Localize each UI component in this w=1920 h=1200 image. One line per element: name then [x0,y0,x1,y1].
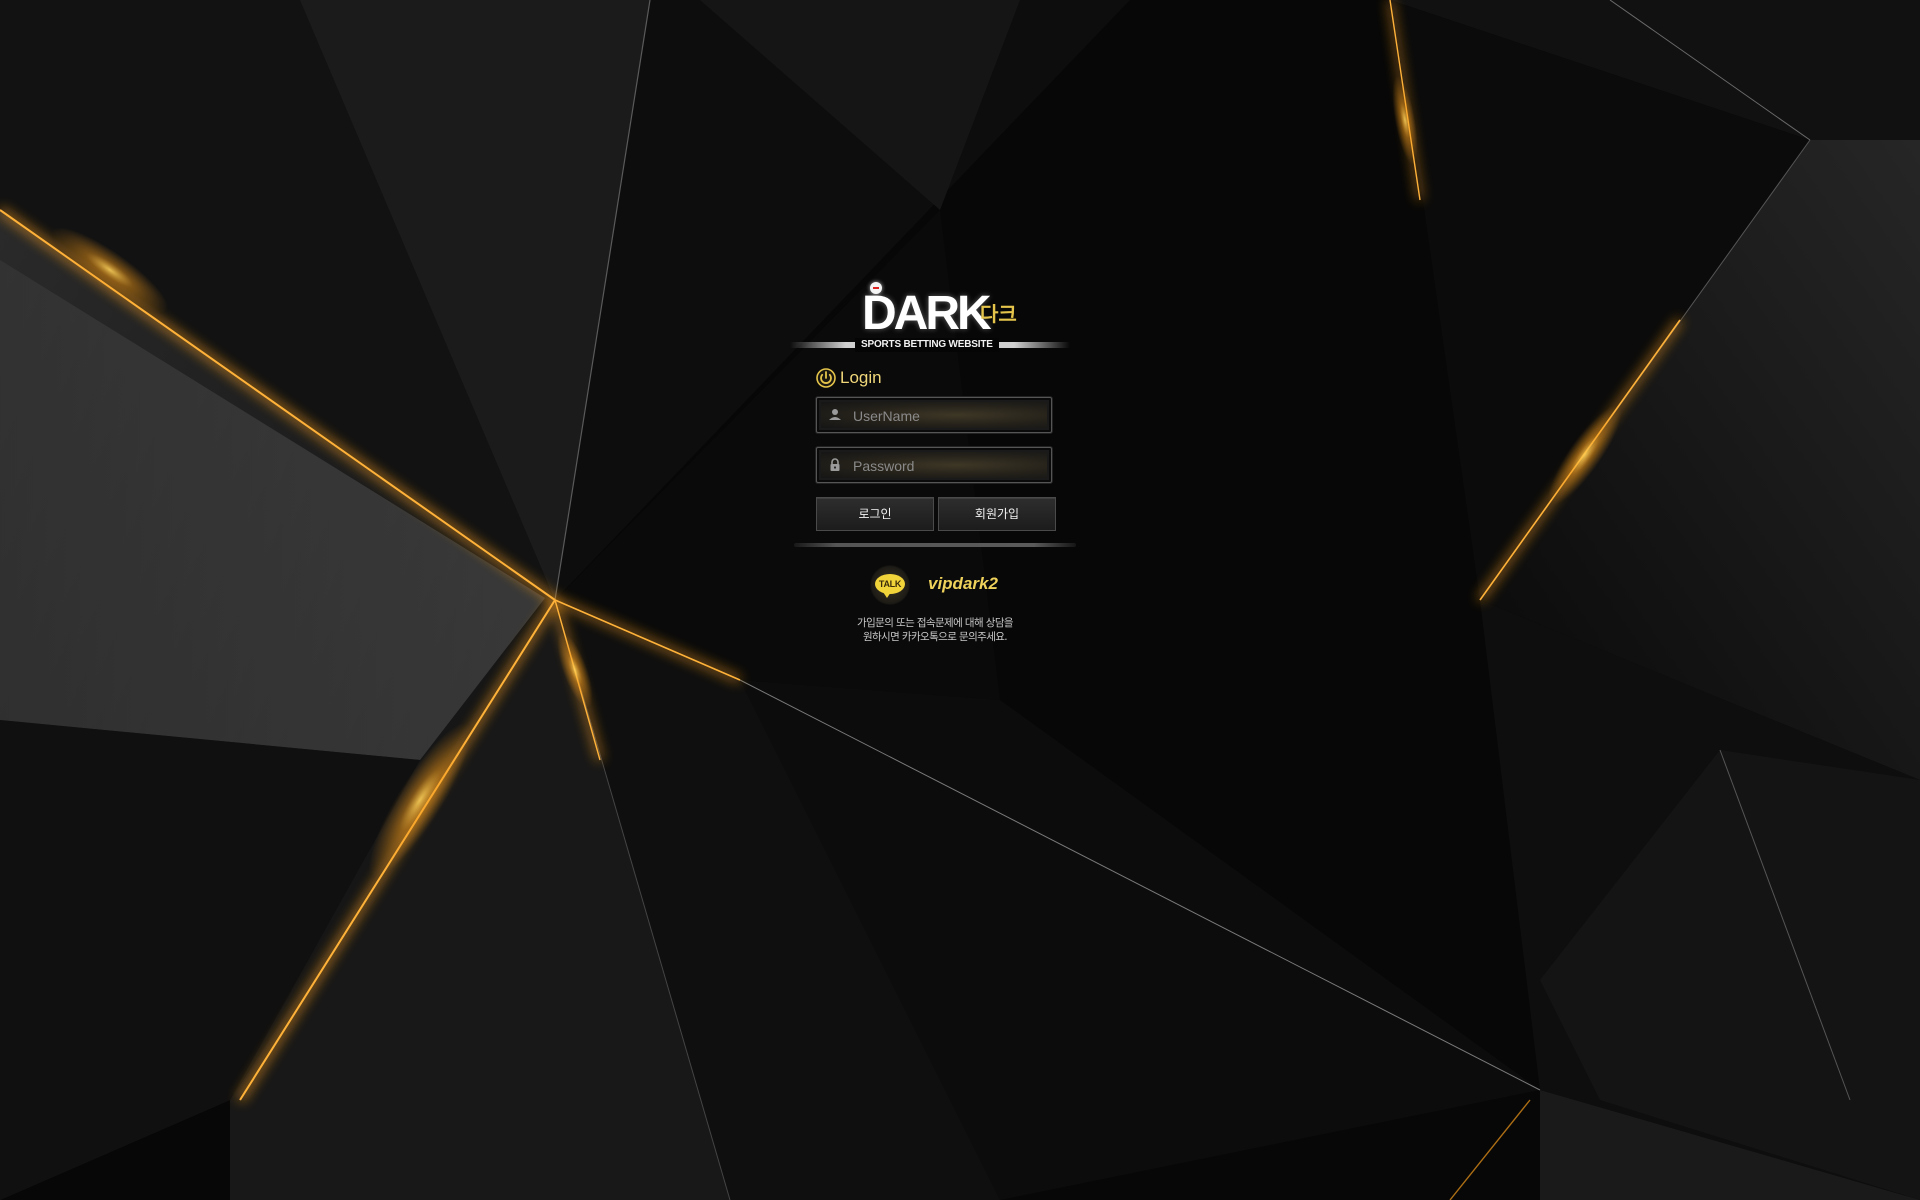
signup-button[interactable]: 회원가입 [938,497,1056,531]
support-message: 가입문의 또는 접속문제에 대해 상담을 원하시면 카카오톡으로 문의주세요. [820,616,1050,644]
brand-name: DARK [862,287,992,340]
password-input[interactable] [851,454,1045,478]
talk-badge-label: TALK [875,574,905,598]
login-title: Login [840,368,882,387]
kakaotalk-contact[interactable]: TALK vipdark2 [870,565,1050,605]
kakaotalk-icon: TALK [870,565,910,605]
password-field[interactable] [816,447,1052,483]
divider [794,543,1076,547]
kakaotalk-id: vipdark2 [928,574,998,593]
user-icon [829,409,841,420]
login-heading: Login [816,366,882,390]
username-field[interactable] [816,397,1052,433]
brand-name-korean: 다크 [980,302,1017,326]
login-panel: DARK 다크 SPORTS BETTING WEBSITE Login Use… [790,280,1080,660]
support-message-line-1: 가입문의 또는 접속문제에 대해 상담을 [857,617,1014,629]
brand-tagline: SPORTS BETTING WEBSITE [855,338,999,352]
brand-logo: DARK 다크 SPORTS BETTING WEBSITE [790,280,1080,356]
login-page: DARK 다크 SPORTS BETTING WEBSITE Login Use… [0,0,1920,1200]
login-button[interactable]: 로그인 [816,497,934,531]
power-icon [816,368,836,388]
username-input[interactable] [851,404,1045,428]
support-message-line-2: 원하시면 카카오톡으로 문의주세요. [862,631,1008,643]
lock-icon [830,458,840,471]
